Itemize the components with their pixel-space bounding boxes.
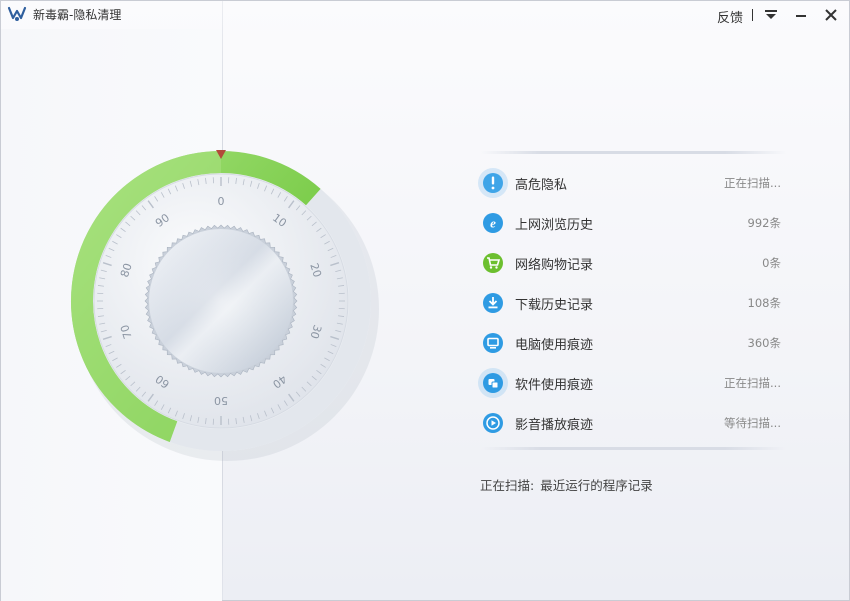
scan-item-status: 108条 bbox=[747, 296, 781, 310]
scan-progress-dial: 0102030405060708090 bbox=[71, 150, 379, 461]
title-bar: 新毒霸-隐私清理 反馈 bbox=[1, 1, 849, 29]
scan-item: 网络购物记录 0条 bbox=[479, 243, 781, 283]
scan-item: 电脑使用痕迹 360条 bbox=[479, 323, 781, 363]
scan-item-status: 0条 bbox=[762, 256, 781, 270]
scan-item-label: 上网浏览历史 bbox=[515, 217, 594, 233]
close-icon[interactable] bbox=[823, 7, 839, 23]
software-icon bbox=[478, 368, 508, 398]
scan-item-label: 软件使用痕迹 bbox=[515, 377, 594, 393]
list-bottom-divider bbox=[481, 447, 786, 450]
scan-item: 下载历史记录 108条 bbox=[479, 283, 781, 323]
scan-item: 软件使用痕迹 正在扫描... bbox=[478, 363, 781, 403]
shopping-cart-icon bbox=[481, 251, 505, 275]
dial-knob-shine bbox=[149, 229, 293, 373]
scan-item: 影音播放痕迹 等待扫描... bbox=[479, 403, 781, 443]
computer-icon bbox=[481, 331, 505, 355]
list-top-divider bbox=[481, 151, 786, 154]
download-icon bbox=[481, 291, 505, 315]
scan-item-label: 影音播放痕迹 bbox=[515, 417, 594, 433]
play-icon bbox=[481, 411, 505, 435]
window-title: 新毒霸-隐私清理 bbox=[33, 8, 122, 22]
scan-item: e 上网浏览历史 992条 bbox=[479, 203, 781, 243]
scan-category-list: 高危隐私 正在扫描... e 上网浏览历史 992条 网络购物记录 0条 下载历史记录 108条… bbox=[478, 163, 781, 443]
scan-item-status: 360条 bbox=[747, 336, 781, 350]
feedback-link[interactable]: 反馈 bbox=[717, 7, 743, 26]
scan-status-line: 正在扫描: 最近运行的程序记录 bbox=[480, 475, 653, 494]
duba-logo-icon bbox=[7, 6, 27, 21]
dropdown-menu-icon[interactable] bbox=[763, 7, 779, 23]
scan-item-label: 下载历史记录 bbox=[515, 297, 594, 313]
scan-item-label: 电脑使用痕迹 bbox=[515, 337, 594, 353]
scan-status-prefix: 正在扫描: bbox=[480, 478, 535, 493]
scan-status-detail: 最近运行的程序记录 bbox=[540, 478, 653, 493]
scan-item-status: 正在扫描... bbox=[724, 176, 781, 190]
scan-item-label: 高危隐私 bbox=[515, 177, 568, 193]
scan-item-label: 网络购物记录 bbox=[515, 257, 594, 273]
alert-icon bbox=[478, 168, 508, 198]
minimize-icon[interactable] bbox=[793, 7, 809, 23]
svg-text:e: e bbox=[490, 216, 496, 231]
title-separator bbox=[752, 9, 753, 21]
ie-browser-icon: e bbox=[481, 211, 505, 235]
scan-item-status: 正在扫描... bbox=[724, 376, 781, 390]
scan-item: 高危隐私 正在扫描... bbox=[478, 163, 781, 203]
scan-item-status: 992条 bbox=[747, 216, 781, 230]
dial-tick-label: 50 bbox=[214, 394, 228, 407]
dial-tick-label: 0 bbox=[218, 195, 225, 208]
scan-item-status: 等待扫描... bbox=[724, 416, 781, 430]
